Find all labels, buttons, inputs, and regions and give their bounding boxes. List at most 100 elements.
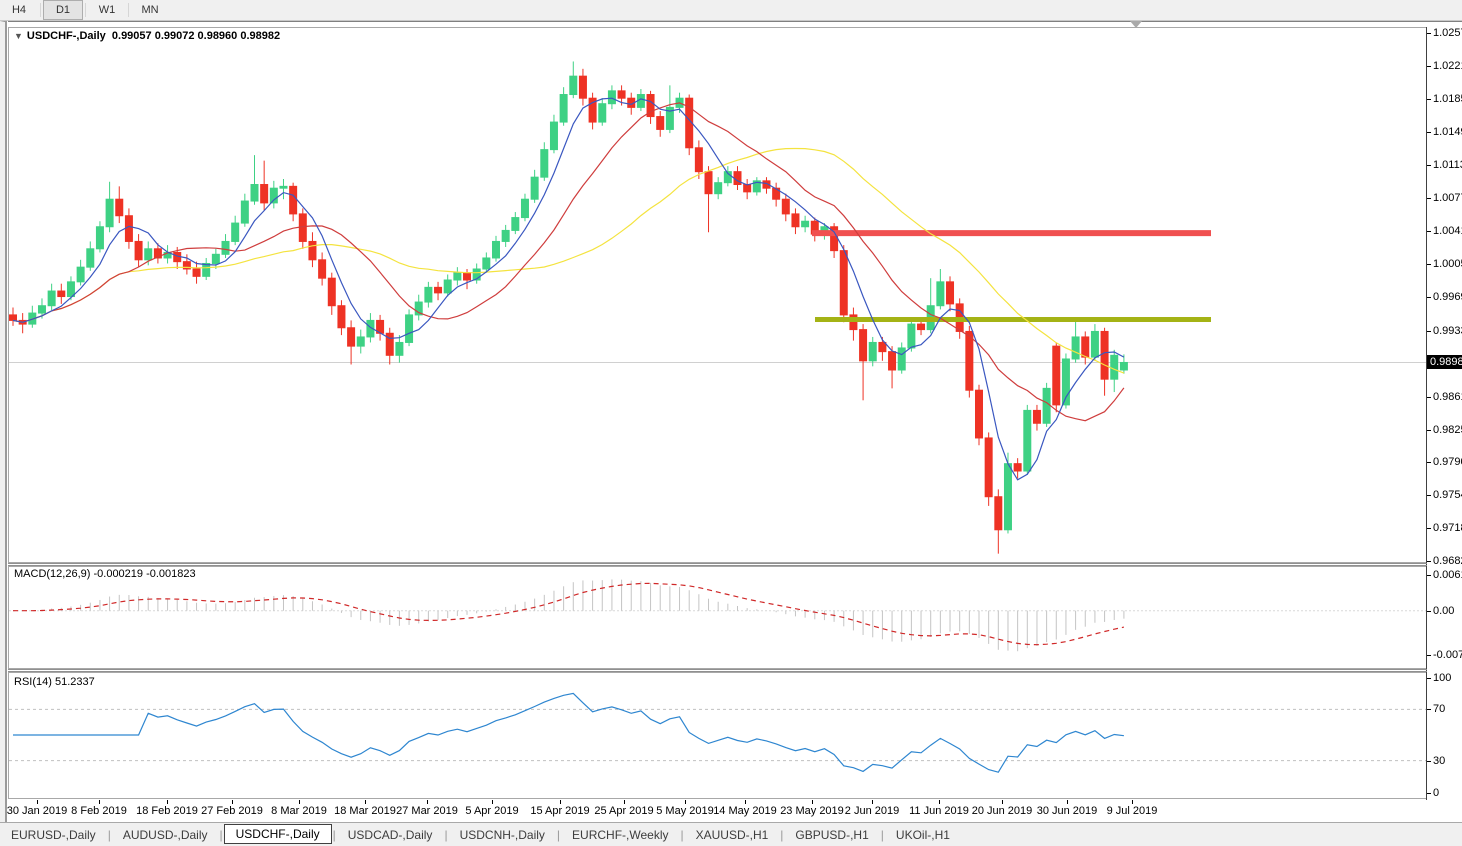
price-axis-label: 1.01130 — [1427, 159, 1462, 171]
axis-tick — [1427, 132, 1431, 134]
candle-body — [192, 268, 201, 277]
axis-tick — [1427, 793, 1431, 794]
candle-body — [482, 257, 491, 270]
candle-body — [520, 198, 529, 219]
axis-label-text: 0.98250 — [1433, 423, 1462, 436]
candle-body — [279, 185, 288, 189]
axis-tick — [1427, 429, 1431, 431]
axis-tick — [1427, 396, 1431, 398]
axis-tick — [1427, 678, 1431, 679]
chart-tab-eurchf-weekly[interactable]: EURCHF-,Weekly — [561, 825, 679, 845]
macd-indicator-label: MACD(12,26,9) -0.000219 -0.001823 — [14, 568, 196, 580]
pane-border — [8, 672, 1427, 799]
date-tick — [685, 800, 686, 804]
chart-tab-usdcad-daily[interactable]: USDCAD-,Daily — [337, 825, 444, 845]
candle-body — [231, 222, 240, 242]
chart-ohlc-values: 0.99057 0.99072 0.98960 0.98982 — [111, 30, 281, 42]
candle-body — [221, 240, 230, 255]
candle-body — [965, 330, 974, 391]
rsi-axis-label: 30 — [1427, 755, 1445, 767]
candle-body — [1071, 336, 1080, 360]
candle-body — [839, 250, 848, 316]
date-tick — [1067, 800, 1068, 804]
candle-body — [1090, 330, 1099, 358]
chart-tab-eurusd-daily[interactable]: EURUSD-,Daily — [0, 825, 107, 845]
candle-body — [617, 90, 626, 99]
date-tick — [939, 800, 940, 804]
chart-tab-audusd-daily[interactable]: AUDUSD-,Daily — [112, 825, 219, 845]
candle-body — [47, 290, 56, 307]
macd-axis-label: 0.00613 — [1427, 569, 1462, 581]
pane-border — [8, 27, 1427, 563]
candle-body — [1100, 330, 1109, 380]
date-axis[interactable]: 30 Jan 2019 8 Feb 2019 18 Feb 2019 27 Feb 2… — [7, 800, 1427, 821]
chevron-down-icon[interactable]: ▼ — [14, 31, 23, 41]
candle-body — [308, 240, 317, 261]
chart-tab-ukoil-h1[interactable]: UKOil-,H1 — [885, 825, 961, 845]
candle-body — [540, 149, 549, 178]
rsi-axis-label: 0 — [1427, 787, 1439, 799]
axis-label-text: 0.99690 — [1433, 291, 1462, 304]
date-tick — [560, 800, 561, 804]
chart-tab-xauusd-h1[interactable]: XAUUSD-,H1 — [685, 825, 780, 845]
axis-label-text: 70 — [1433, 703, 1446, 716]
candle-body — [569, 75, 578, 96]
candle-body — [714, 182, 723, 195]
date-tick — [365, 800, 366, 804]
axis-label-text: 1.00410 — [1433, 225, 1462, 238]
date-tick — [37, 800, 38, 804]
chart-tab-usdcnh-daily[interactable]: USDCNH-,Daily — [449, 825, 556, 845]
candle-body — [549, 121, 558, 151]
rsi-axis-label: 70 — [1427, 703, 1445, 715]
axis-label-text: 100 — [1433, 672, 1452, 684]
candle-body — [733, 171, 742, 186]
axis-tick — [1427, 610, 1431, 612]
price-axis-label: 0.99330 — [1427, 325, 1462, 337]
axis-tick — [1427, 198, 1431, 200]
toolbar-separator — [85, 3, 86, 17]
axis-tick — [1427, 575, 1431, 576]
date-tick — [745, 800, 746, 804]
candle-body — [124, 215, 133, 242]
price-axis-label: 0.98610 — [1427, 391, 1462, 403]
timeframe-button-h4[interactable]: H4 — [0, 0, 38, 20]
price-axis-label: 1.00770 — [1427, 192, 1462, 204]
date-tick — [167, 800, 168, 804]
axis-tick — [1427, 33, 1431, 34]
candle-body — [984, 437, 993, 498]
axis-label-text: 1.01130 — [1433, 159, 1462, 172]
axis-label-text: 0.00613 — [1433, 569, 1462, 581]
candle-body — [240, 200, 249, 224]
axis-tick — [1427, 264, 1431, 266]
candle-body — [144, 248, 153, 261]
axis-label-text: 0.96820 — [1433, 555, 1462, 567]
axis-tick — [1427, 494, 1431, 496]
candle-body — [743, 184, 752, 193]
axis-tick — [1427, 461, 1431, 463]
chart-tab-usdchf-daily[interactable]: USDCHF-,Daily — [223, 824, 332, 844]
candle-body — [86, 248, 95, 268]
timeframe-button-w1[interactable]: W1 — [88, 0, 126, 20]
toolbar-separator — [128, 3, 129, 17]
macd-axis-label: -0.00761 — [1427, 649, 1462, 661]
price-axis[interactable]: 1.02570 1.02210 1.01850 1.01490 1.01130 1.007… — [1427, 27, 1462, 800]
chart-plot-area[interactable] — [8, 27, 1427, 800]
price-axis-label: 0.97900 — [1427, 456, 1462, 468]
timeframe-button-d1[interactable]: D1 — [43, 0, 83, 20]
scroll-to-end-marker-icon[interactable] — [1130, 21, 1142, 28]
chart-title: ▼ USDCHF-,Daily 0.99057 0.99072 0.98960 0… — [14, 30, 280, 42]
axis-tick — [1427, 527, 1431, 529]
candle-body — [424, 286, 433, 303]
current-price-tag: 0.98982 — [1427, 355, 1462, 370]
candle-body — [327, 277, 336, 307]
ma-fast-line — [12, 97, 1125, 481]
price-axis-label: 1.01850 — [1427, 93, 1462, 105]
candle-body — [907, 323, 916, 349]
chart-tab-gbpusd-h1[interactable]: GBPUSD-,H1 — [784, 825, 879, 845]
mt4-terminal: { "toolbar": { "buttons": [ {"label": "H… — [0, 0, 1462, 846]
timeframe-button-mn[interactable]: MN — [131, 0, 169, 20]
candle-body — [289, 185, 298, 215]
candle-body — [1042, 387, 1051, 424]
candle-body — [9, 314, 17, 321]
axis-label-text: -0.00761 — [1433, 649, 1462, 661]
